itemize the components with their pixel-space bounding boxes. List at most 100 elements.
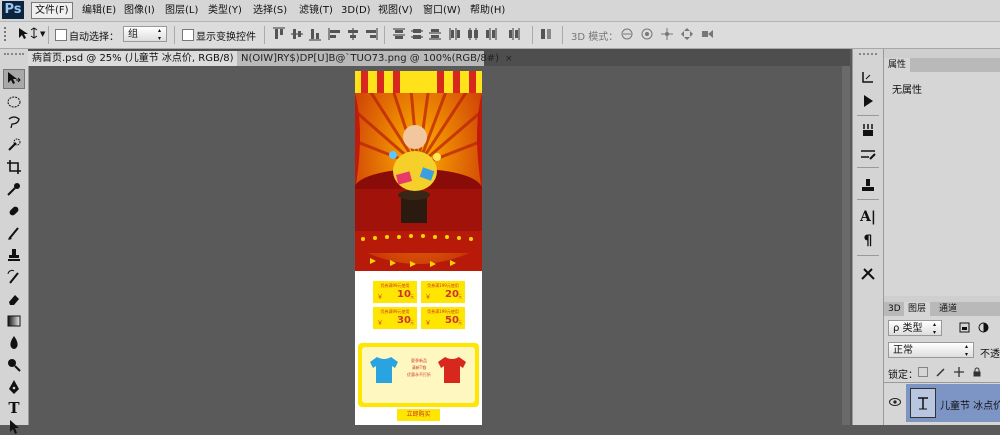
lock-position-icon[interactable]	[954, 367, 964, 377]
menu-edit[interactable]: 编辑(E)	[79, 3, 119, 18]
menu-type[interactable]: 类型(Y)	[205, 3, 245, 18]
align-bottom-icon[interactable]	[308, 27, 322, 41]
coupon-amount: 10	[397, 289, 411, 300]
align-vcenter-icon[interactable]	[290, 27, 304, 41]
history-brush-tool-icon[interactable]	[6, 269, 22, 285]
menu-window[interactable]: 窗口(W)	[420, 3, 464, 18]
distribute-right-icon[interactable]	[484, 27, 498, 41]
top-stripes	[355, 71, 482, 93]
show-transform-checkbox[interactable]	[182, 29, 194, 41]
tab-properties[interactable]: 属性	[884, 58, 911, 72]
buy-now-button[interactable]: 立即购买	[397, 409, 440, 421]
distribute-left-icon[interactable]	[448, 27, 462, 41]
align-left-icon[interactable]	[328, 27, 342, 41]
menu-3d[interactable]: 3D(D)	[338, 3, 374, 18]
coupon-unit: 元	[458, 294, 462, 299]
brush-presets-icon[interactable]	[860, 146, 876, 162]
align-hcenter-icon[interactable]	[346, 27, 360, 41]
align-right-icon[interactable]	[364, 27, 378, 41]
menu-view[interactable]: 视图(V)	[375, 3, 416, 18]
character-panel-icon[interactable]: A|	[860, 209, 876, 225]
auto-select-checkbox[interactable]	[55, 29, 67, 41]
distribute-hcenter-icon[interactable]	[466, 27, 480, 41]
crop-tool-icon[interactable]	[6, 159, 22, 175]
eraser-tool-icon[interactable]	[6, 291, 22, 307]
coupon-card[interactable]: 凭券满99元使用 ￥ 30 元	[373, 307, 417, 329]
pen-tool-icon[interactable]	[6, 379, 22, 395]
strip-grip[interactable]	[859, 53, 877, 59]
tab-title: N(OIW]RY$)DP[U]B@`TUO73.png @ 100%(RGB/8…	[241, 53, 500, 64]
auto-align-icon[interactable]	[540, 27, 554, 41]
brush-panel-icon[interactable]	[860, 122, 876, 138]
filter-adjustment-icon[interactable]	[978, 322, 989, 333]
gradient-tool-icon[interactable]	[6, 313, 22, 329]
clone-stamp-tool-icon[interactable]	[6, 247, 22, 263]
lock-all-icon[interactable]	[972, 367, 982, 377]
menu-image[interactable]: 图像(I)	[121, 3, 158, 18]
tab-layers[interactable]: 图层	[904, 302, 931, 316]
separator	[264, 26, 265, 44]
clone-source-icon[interactable]	[860, 177, 876, 193]
move-tool-icon[interactable]	[6, 71, 22, 87]
coupon-card[interactable]: 凭券满99元使用 ￥ 10 元	[373, 281, 417, 303]
document-tab-active[interactable]: 病首页.psd @ 25% (儿童节 冰点价, RGB/8) *×	[28, 51, 255, 66]
dodge-tool-icon[interactable]	[6, 357, 22, 373]
menu-help[interactable]: 帮助(H)	[467, 3, 508, 18]
healing-brush-tool-icon[interactable]	[6, 203, 22, 219]
grip-handle[interactable]	[4, 27, 14, 41]
coupon-card[interactable]: 凭券满199元使用 ￥ 20 元	[421, 281, 465, 303]
3d-slide-icon[interactable]	[680, 27, 694, 41]
3d-rotate-icon[interactable]	[620, 27, 634, 41]
distribute-vcenter-icon[interactable]	[410, 27, 424, 41]
blur-tool-icon[interactable]	[6, 335, 22, 351]
eyedropper-tool-icon[interactable]	[6, 181, 22, 197]
quick-select-tool-icon[interactable]	[6, 137, 22, 153]
coupon-card[interactable]: 凭券满199元使用 ￥ 50 元	[421, 307, 465, 329]
toolbar-grip[interactable]	[4, 53, 24, 61]
path-select-tool-icon[interactable]	[6, 419, 22, 435]
tab-3d[interactable]: 3D	[884, 302, 905, 316]
history-panel-icon[interactable]	[860, 69, 876, 85]
distribute-bottom-icon[interactable]	[428, 27, 442, 41]
blend-mode-dropdown[interactable]: 正常	[888, 342, 974, 359]
tab-close-icon[interactable]: ×	[505, 54, 513, 64]
menu-select[interactable]: 选择(S)	[250, 3, 290, 18]
document-canvas[interactable]: 凭券满99元使用 ￥ 10 元 凭券满199元使用 ￥ 20 元 凭券满99元使…	[355, 71, 482, 425]
tool-preset-arrow-icon[interactable]: ▼	[40, 30, 45, 38]
type-tool-icon[interactable]: T	[6, 400, 22, 416]
vertical-scrollbar[interactable]	[842, 66, 850, 425]
actions-panel-icon[interactable]	[860, 93, 876, 109]
move-tool-icon[interactable]	[17, 27, 39, 41]
3d-roll-icon[interactable]	[640, 27, 654, 41]
panel-icon-strip: A| ¶	[852, 49, 884, 425]
lasso-tool-icon[interactable]	[6, 115, 22, 131]
menu-filter[interactable]: 滤镜(T)	[296, 3, 336, 18]
separator	[384, 26, 385, 44]
menu-file[interactable]: 文件(F)	[31, 2, 73, 19]
3d-scale-icon[interactable]	[700, 27, 714, 41]
properties-panel: 无属性	[884, 72, 1000, 296]
distribute-top-icon[interactable]	[392, 27, 406, 41]
lock-transparent-icon[interactable]	[918, 367, 928, 377]
layer-filter-dropdown[interactable]: ρ 类型	[888, 320, 942, 337]
tab-channels[interactable]: 通道	[935, 302, 961, 316]
lock-pixels-icon[interactable]	[936, 367, 946, 377]
3d-mode-label: 3D 模式：	[571, 32, 619, 43]
tool-presets-icon[interactable]	[860, 265, 876, 281]
align-top-icon[interactable]	[272, 27, 286, 41]
document-tab-inactive[interactable]: N(OIW]RY$)DP[U]B@`TUO73.png @ 100%(RGB/8…	[237, 51, 513, 66]
filter-image-icon[interactable]	[959, 322, 970, 333]
auto-select-dropdown[interactable]: 组	[123, 26, 167, 43]
distribute-right-icon[interactable]	[507, 27, 521, 41]
layer-row[interactable]: 儿童节 冰点价	[884, 384, 1000, 422]
3d-pan-icon[interactable]	[660, 27, 674, 41]
brush-tool-icon[interactable]	[6, 225, 22, 241]
visibility-eye-icon[interactable]	[889, 397, 901, 407]
paragraph-panel-icon[interactable]: ¶	[860, 233, 876, 249]
right-panels: 属性 无属性 3D 图层 通道 ρ 类型 正常 不透 锁定： 儿童节 冰点价	[884, 49, 1000, 425]
menu-layer[interactable]: 图层(L)	[162, 3, 201, 18]
coupon-amount: 20	[445, 289, 459, 300]
separator	[857, 199, 879, 200]
marquee-tool-icon[interactable]	[6, 94, 22, 110]
coupon-unit: 元	[410, 320, 414, 325]
